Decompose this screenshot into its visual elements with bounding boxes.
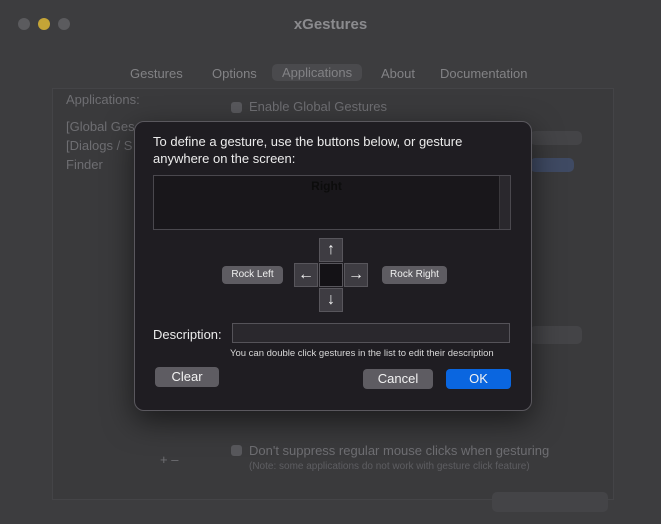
tab-gestures[interactable]: Gestures: [130, 66, 183, 81]
enable-global-label: Enable Global Gestures: [249, 99, 388, 114]
screen: xGestures Gestures Options Applications …: [0, 0, 661, 524]
ok-button[interactable]: OK: [446, 369, 511, 389]
arrow-left-icon: ←: [298, 266, 314, 283]
background-popup-button[interactable]: [530, 131, 582, 145]
title-bar: xGestures: [0, 0, 661, 48]
arrow-down-button[interactable]: ↓: [319, 288, 343, 312]
arrow-pad-center: [319, 263, 343, 287]
window-title: xGestures: [293, 16, 368, 33]
clear-button[interactable]: Clear: [155, 367, 219, 387]
background-action-button[interactable]: [530, 326, 582, 344]
add-remove-buttons[interactable]: + –: [160, 452, 178, 467]
gesture-dialog: To define a gesture, use the buttons bel…: [134, 121, 532, 411]
cancel-button[interactable]: Cancel: [363, 369, 433, 389]
dont-suppress-checkbox[interactable]: [231, 445, 242, 456]
tab-documentation[interactable]: Documentation: [440, 66, 527, 81]
dialog-prompt: To define a gesture, use the buttons bel…: [153, 134, 463, 166]
arrow-up-button[interactable]: ↑: [319, 238, 343, 262]
tab-about[interactable]: About: [381, 66, 415, 81]
dont-suppress-note: (Note: some applications do not work wit…: [249, 461, 530, 472]
gesture-scrollbar[interactable]: [499, 176, 510, 229]
description-label: Description:: [153, 327, 222, 342]
arrow-down-icon: ↓: [327, 291, 335, 308]
gesture-display[interactable]: Right: [153, 175, 511, 230]
description-hint: You can double click gestures in the lis…: [230, 348, 494, 359]
app-list-item[interactable]: [Dialogs / S: [66, 138, 132, 153]
app-list-item[interactable]: Finder: [66, 157, 103, 172]
gesture-text: Right: [311, 179, 342, 193]
tab-bar: Gestures Options Applications About Docu…: [0, 64, 661, 84]
dont-suppress-label: Don't suppress regular mouse clicks when…: [249, 443, 550, 458]
tab-applications[interactable]: Applications: [272, 64, 363, 81]
applications-label: Applications:: [66, 92, 140, 107]
enable-global-checkbox[interactable]: [231, 102, 242, 113]
app-list-item[interactable]: [Global Ges: [66, 119, 135, 134]
rock-left-button[interactable]: Rock Left: [222, 266, 283, 284]
rock-right-button[interactable]: Rock Right: [382, 266, 447, 284]
arrow-right-button[interactable]: →: [344, 263, 368, 287]
arrow-left-button[interactable]: ←: [294, 263, 318, 287]
description-input[interactable]: [232, 323, 510, 343]
arrow-up-icon: ↑: [327, 241, 335, 258]
tab-options[interactable]: Options: [212, 66, 257, 81]
arrow-right-icon: →: [348, 266, 364, 283]
background-footer-button[interactable]: [492, 492, 608, 512]
background-selected-button[interactable]: [530, 158, 574, 172]
